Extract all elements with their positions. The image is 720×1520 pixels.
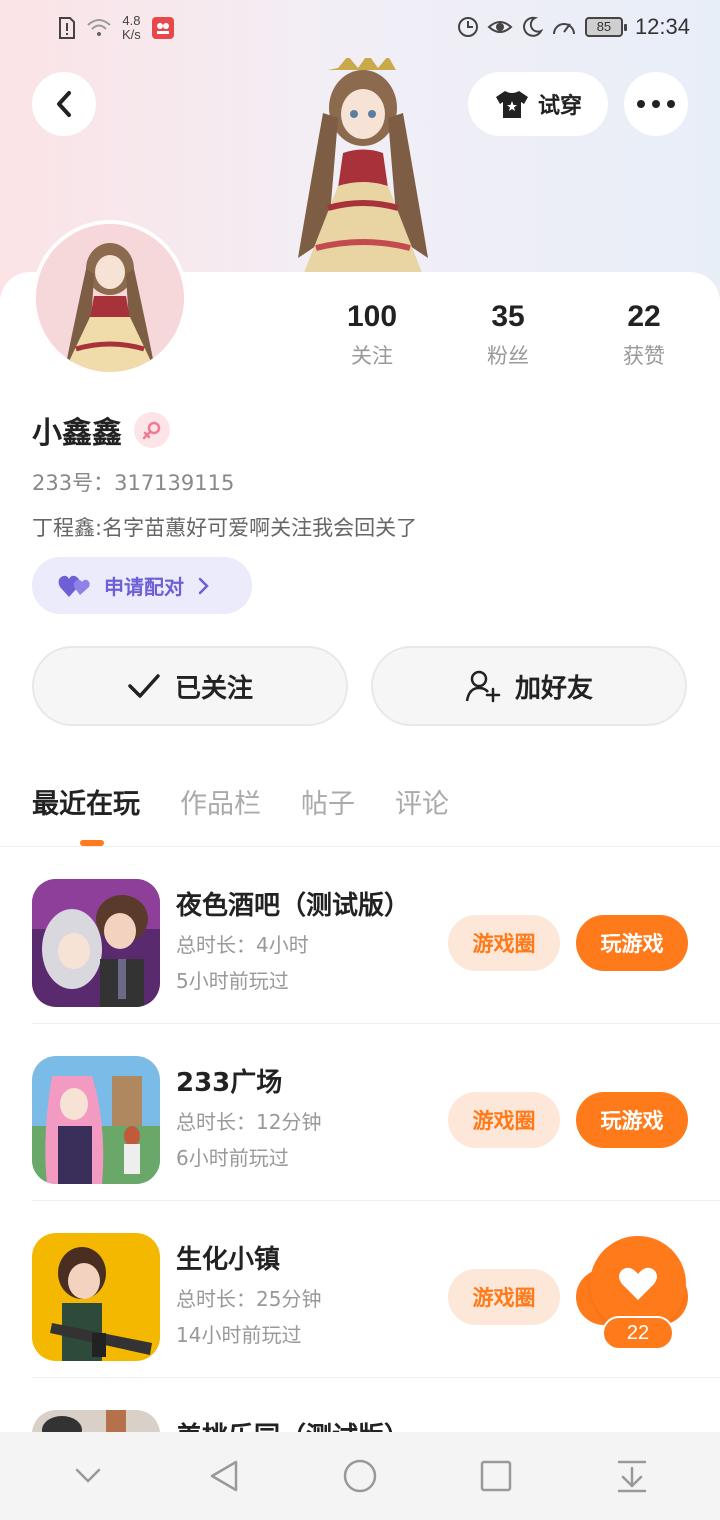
tab-recently-played[interactable]: 最近在玩: [32, 782, 140, 821]
recents-square-icon: [480, 1460, 512, 1492]
avatar-image: [36, 224, 184, 372]
data-saver-icon: [457, 17, 478, 37]
stat-value: 22: [627, 300, 661, 333]
game-list-item[interactable]: 美桃乐园（测试版）: [0, 1378, 720, 1432]
try-on-button[interactable]: 试穿: [468, 72, 608, 136]
user-id-label: 233号：: [32, 471, 115, 495]
stat-label: 关注: [351, 344, 393, 368]
character-figure-image: [298, 58, 428, 288]
nav-home-button[interactable]: [330, 1446, 390, 1506]
wifi-icon: [87, 19, 111, 36]
user-avatar[interactable]: [32, 220, 188, 376]
home-circle-icon: [343, 1459, 377, 1493]
back-triangle-icon: [210, 1460, 238, 1492]
game-last-played: 6小时前玩过: [176, 1146, 289, 1170]
stat-label: 粉丝: [487, 344, 529, 368]
add-user-icon: [465, 670, 501, 703]
battery-indicator: 85: [584, 17, 627, 37]
game-thumbnail[interactable]: [32, 1233, 160, 1361]
play-game-button[interactable]: 玩游戏: [576, 1092, 688, 1148]
stat-label: 获赞: [623, 344, 665, 368]
nickname: 小鑫鑫: [32, 416, 122, 451]
game-total-duration: 总时长：12分钟: [176, 1110, 322, 1134]
female-gender-icon: [134, 412, 170, 448]
game-circle-button[interactable]: 游戏圈: [448, 915, 560, 971]
tshirt-icon: [495, 91, 528, 118]
nav-back-button[interactable]: [194, 1446, 254, 1506]
profile-tabs: 最近在玩 作品栏 帖子 评论: [32, 782, 449, 821]
chevron-down-icon: [75, 1468, 101, 1483]
stat-followers[interactable]: 35 粉丝: [440, 300, 576, 370]
sim-alert-icon: [59, 17, 75, 39]
like-count-badge: 22: [602, 1316, 674, 1350]
nickname-row: 小鑫鑫: [32, 408, 170, 452]
game-title: 夜色酒吧（测试版）: [176, 891, 411, 921]
followed-label: 已关注: [174, 673, 253, 704]
speedometer-icon: [552, 23, 575, 35]
game-title: 美桃乐园（测试版）: [176, 1416, 410, 1432]
stat-likes[interactable]: 22 获赞: [576, 300, 712, 370]
game-list-item[interactable]: 233广场 总时长：12分钟 6小时前玩过 游戏圈 玩游戏: [0, 1024, 720, 1201]
network-speed: 4.8 K/s: [122, 13, 141, 42]
add-friend-label: 加好友: [514, 673, 593, 704]
game-thumbnail[interactable]: [32, 1410, 160, 1432]
more-dots-icon: [637, 100, 675, 108]
app-notification-icon: [151, 17, 174, 39]
game-title: 生化小镇: [176, 1245, 281, 1275]
game-title: 233广场: [176, 1068, 283, 1098]
try-on-label: 试穿: [537, 94, 582, 119]
followed-button[interactable]: 已关注: [32, 646, 348, 726]
pairing-label: 申请配对: [104, 575, 184, 599]
user-id-value: 317139115: [114, 471, 235, 495]
stat-value: 100: [346, 300, 398, 333]
back-button[interactable]: [32, 72, 96, 136]
moon-icon: [523, 16, 543, 37]
tab-comments[interactable]: 评论: [395, 782, 449, 821]
clock: 12:34: [634, 14, 690, 39]
checkmark-icon: [128, 674, 160, 698]
nav-collapse-button[interactable]: [58, 1446, 118, 1506]
eye-comfort-icon: [487, 21, 513, 33]
chevron-left-icon: [57, 91, 71, 117]
tab-works[interactable]: 作品栏: [180, 782, 261, 821]
request-pairing-button[interactable]: 申请配对: [32, 557, 252, 614]
game-thumbnail[interactable]: [32, 879, 160, 1007]
game-total-duration: 总时长：25分钟: [176, 1287, 322, 1311]
game-circle-button[interactable]: 游戏圈: [448, 1092, 560, 1148]
nav-recents-button[interactable]: [466, 1446, 526, 1506]
user-bio: 丁程鑫:名字苗蕙好可爱啊关注我会回关了: [32, 516, 418, 540]
system-navigation-bar: [0, 1432, 720, 1520]
stat-value: 35: [491, 300, 525, 333]
profile-stats: 100 关注 35 粉丝 22 获赞: [304, 300, 712, 370]
game-circle-button[interactable]: 游戏圈: [448, 1269, 560, 1325]
game-last-played: 5小时前玩过: [176, 969, 289, 993]
play-game-button[interactable]: 玩游戏: [576, 915, 688, 971]
nav-notifications-button[interactable]: [602, 1446, 662, 1506]
status-bar: 4.8 K/s 85 12:34: [0, 0, 720, 60]
stat-following[interactable]: 100 关注: [304, 300, 440, 370]
game-list-item[interactable]: 夜色酒吧（测试版） 总时长：4小时 5小时前玩过 游戏圈 玩游戏: [0, 847, 720, 1024]
heart-icon: [619, 1267, 657, 1300]
more-options-button[interactable]: [624, 72, 688, 136]
game-last-played: 14小时前玩过: [176, 1323, 302, 1347]
user-id: 233号：317139115: [32, 467, 234, 497]
tab-posts[interactable]: 帖子: [301, 782, 355, 821]
game-total-duration: 总时长：4小时: [176, 933, 309, 957]
add-friend-button[interactable]: 加好友: [371, 646, 687, 726]
double-heart-icon: [58, 575, 90, 597]
game-thumbnail[interactable]: [32, 1056, 160, 1184]
chevron-right-icon: [198, 577, 209, 594]
pull-down-icon: [617, 1460, 647, 1493]
